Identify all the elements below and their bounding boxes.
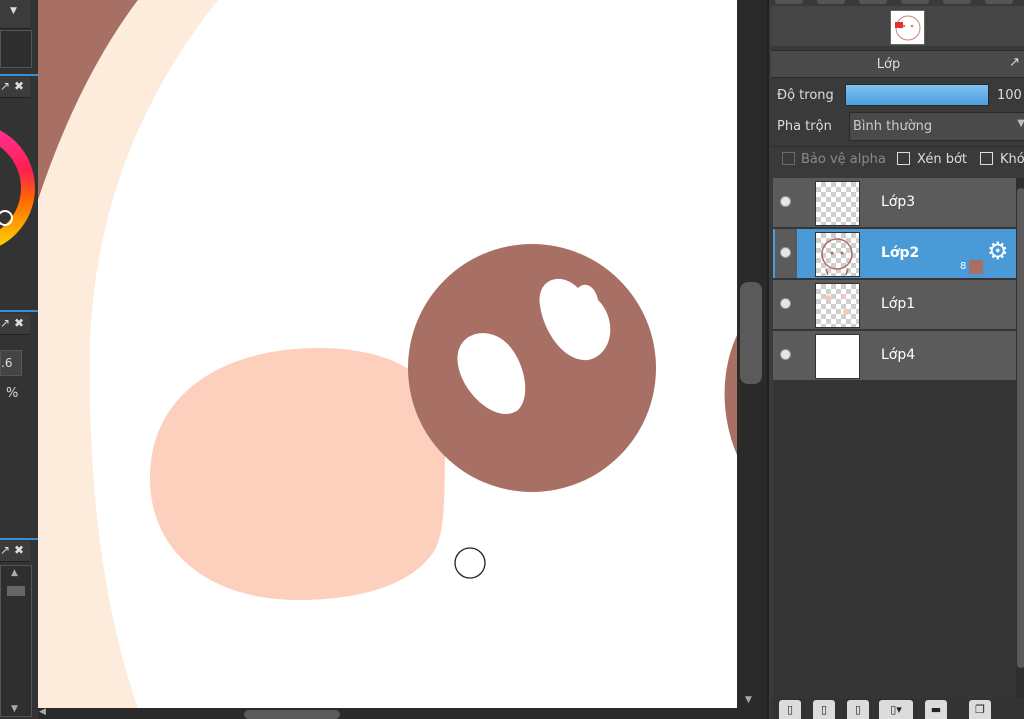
layer-name: Lớp1 — [881, 296, 916, 312]
panel-divider — [0, 538, 38, 540]
panel-divider — [0, 310, 38, 312]
numeric-input[interactable]: .6 — [0, 350, 22, 376]
layer-name: Lớp4 — [881, 347, 916, 363]
layer-name: Lớp2 — [881, 245, 920, 261]
opacity-value[interactable]: 100 — [997, 88, 1022, 103]
canvas-brown-edge — [724, 335, 737, 455]
navigator-preview-icon — [895, 15, 921, 41]
bottom-left-panel-content: ▲ ▼ — [0, 565, 32, 717]
canvas-vertical-scroll-thumb[interactable] — [740, 282, 762, 384]
blend-mode-label: Pha trộn — [777, 119, 832, 134]
canvas-vertical-scrollbar[interactable]: ▼ — [737, 0, 767, 708]
layer-thumbnail-art — [821, 238, 853, 276]
scroll-thumb[interactable] — [7, 586, 25, 596]
scroll-down-arrow-icon[interactable]: ▼ — [11, 704, 18, 714]
layer-name: Lớp3 — [881, 194, 916, 210]
chevron-down-icon[interactable]: ▼ — [10, 6, 17, 16]
left-panel-box — [0, 30, 32, 68]
popout-icon[interactable]: ↗ — [1009, 55, 1020, 70]
color-wheel-handle[interactable] — [0, 210, 13, 226]
eye-icon[interactable] — [775, 331, 797, 380]
canvas-brown-circle — [408, 244, 656, 492]
scroll-up-arrow-icon[interactable]: ▲ — [11, 568, 18, 578]
color-wheel-panel-header: ↗ ✖ — [0, 77, 30, 98]
layer-row[interactable]: Lớp1 — [773, 280, 1016, 331]
lock-checkbox[interactable] — [980, 152, 993, 165]
lock-label: Khó — [1000, 152, 1024, 167]
canvas-horizontal-scrollbar[interactable]: ◀ — [38, 707, 767, 719]
protect-alpha-checkbox[interactable] — [782, 152, 795, 165]
layer-actions-bar: ▯ ▯ ▯ ▯▾ ▬ ❐ — [771, 698, 1024, 719]
clipping-label: Xén bớt — [917, 152, 967, 167]
layer-color-swatch — [969, 260, 983, 274]
layer-row[interactable]: Lớp4 — [773, 331, 1016, 382]
eye-icon[interactable] — [775, 178, 797, 227]
layer-row-selected[interactable]: Lớp2 8 ⚙ — [773, 229, 1016, 280]
navigator-panel — [771, 6, 1024, 46]
left-dock-panel: ▼ ↗ ✖ ↗ ✖ .6 % ↗ ✖ ▲ ▼ — [0, 0, 38, 719]
gear-icon[interactable]: ⚙ — [987, 239, 1009, 263]
layer-panel-header: Lớp ↗ — [771, 50, 1024, 78]
close-icon[interactable]: ✖ — [14, 316, 24, 330]
bit-depth-label: 8 — [960, 261, 967, 272]
blend-mode-value: Bình thường — [853, 119, 933, 134]
toolbar-button[interactable] — [859, 0, 887, 4]
divider — [771, 146, 1024, 147]
new-8bit-layer-icon[interactable]: ▯ — [813, 700, 835, 719]
brush-size-panel-header: ↗ ✖ — [0, 314, 30, 335]
opacity-label: Độ trong — [777, 88, 834, 103]
layer-list: Lớp3 Lớp2 8 ⚙ Lớp1 Lớp4 — [773, 178, 1016, 698]
numeric-input-value: .6 — [1, 356, 13, 370]
layer-thumbnail — [815, 334, 860, 379]
chevron-down-icon: ▼ — [1017, 118, 1024, 129]
duplicate-layer-icon[interactable]: ❐ — [969, 700, 991, 719]
popout-icon[interactable]: ↗ — [0, 316, 10, 330]
eye-icon[interactable] — [775, 280, 797, 329]
layer-thumbnail — [815, 181, 860, 226]
protect-alpha-label: Bảo vệ alpha — [801, 152, 886, 167]
popout-icon[interactable]: ↗ — [0, 79, 10, 93]
scroll-down-arrow-icon[interactable]: ▼ — [745, 695, 752, 705]
layer-panel-title: Lớp — [876, 57, 901, 72]
percent-label: % — [6, 386, 19, 401]
panel-divider — [0, 74, 38, 76]
add-layer-menu-icon[interactable]: ▯▾ — [879, 700, 913, 719]
eye-icon[interactable] — [775, 229, 797, 278]
new-layer-icon[interactable]: ▯ — [779, 700, 801, 719]
layer-list-scrollbar[interactable] — [1016, 178, 1024, 698]
layer-row[interactable]: Lớp3 — [773, 178, 1016, 229]
drawing-canvas[interactable] — [38, 0, 737, 708]
canvas-peach-blob — [150, 348, 446, 600]
navigator-thumbnail[interactable] — [890, 10, 925, 45]
right-dock-panel: Lớp ↗ Độ trong 100 Pha trộn Bình thường … — [767, 0, 1024, 719]
layer-thumbnail-art — [825, 294, 849, 315]
toolbar-button[interactable] — [985, 0, 1013, 4]
clipping-checkbox[interactable] — [897, 152, 910, 165]
blend-mode-select[interactable]: Bình thường ▼ — [849, 112, 1024, 141]
popout-icon[interactable]: ↗ — [0, 543, 10, 557]
layer-list-scroll-thumb[interactable] — [1017, 188, 1024, 668]
close-icon[interactable]: ✖ — [14, 79, 24, 93]
color-wheel[interactable] — [0, 100, 38, 310]
left-panel-header-top: ▼ — [0, 0, 30, 29]
scroll-left-arrow-icon[interactable]: ◀ — [39, 707, 46, 717]
close-icon[interactable]: ✖ — [14, 543, 24, 557]
toolbar-button[interactable] — [901, 0, 929, 4]
toolbar-button[interactable] — [943, 0, 971, 4]
folder-icon[interactable]: ▬ — [925, 700, 947, 719]
opacity-slider[interactable] — [845, 84, 989, 106]
layer-thumbnail — [815, 232, 860, 277]
toolbar-button[interactable] — [775, 0, 803, 4]
canvas-horizontal-scroll-thumb[interactable] — [244, 710, 340, 719]
layer-thumbnail — [815, 283, 860, 328]
toolbar-button[interactable] — [817, 0, 845, 4]
brush-cursor — [454, 547, 486, 579]
bottom-left-panel-header: ↗ ✖ — [0, 541, 30, 562]
new-1bit-layer-icon[interactable]: ▯ — [847, 700, 869, 719]
